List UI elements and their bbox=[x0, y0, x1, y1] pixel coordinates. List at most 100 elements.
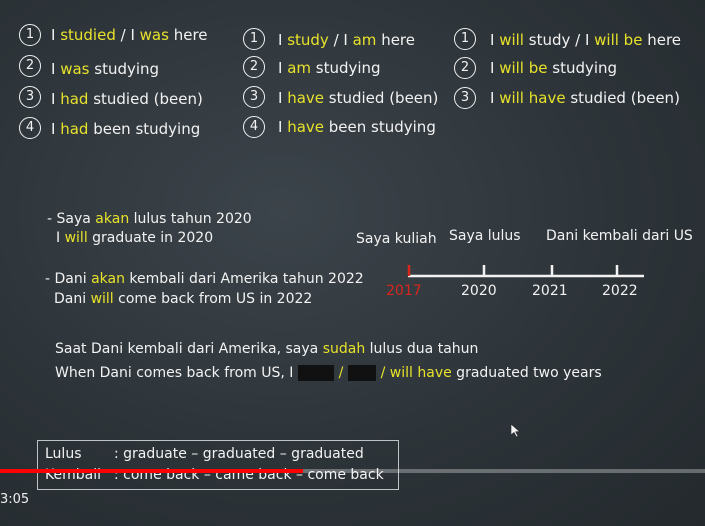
tense-line: I had studied (been) bbox=[51, 90, 203, 108]
text: studying bbox=[311, 59, 381, 77]
highlighted-text: akan bbox=[91, 271, 125, 287]
text: I bbox=[278, 31, 288, 49]
highlighted-text: studied bbox=[60, 26, 116, 44]
text: - Dani bbox=[45, 271, 92, 287]
example-line: I will graduate in 2020 bbox=[56, 229, 213, 247]
text: been studying bbox=[88, 120, 201, 138]
highlighted-text: will be bbox=[499, 59, 548, 77]
year-label-2021: 2021 bbox=[532, 283, 568, 299]
text: I bbox=[490, 31, 500, 49]
highlighted-text: had bbox=[60, 120, 89, 138]
highlighted-text: will bbox=[90, 291, 114, 307]
struck-out-text: had bbox=[347, 365, 377, 381]
text: been studying bbox=[324, 118, 436, 136]
text: I bbox=[51, 26, 61, 44]
tense-line: I am studying bbox=[278, 59, 381, 77]
highlighted-text: am bbox=[287, 59, 312, 77]
number-badge: 4 bbox=[243, 116, 265, 138]
number-badge: 1 bbox=[454, 28, 476, 50]
text: studied (been) bbox=[324, 89, 439, 107]
text: I bbox=[278, 59, 288, 77]
video-progress-bar[interactable] bbox=[0, 469, 705, 473]
year-label-2022: 2022 bbox=[602, 283, 638, 299]
struck-out-text: have bbox=[297, 365, 335, 381]
text: lulus tahun 2020 bbox=[129, 211, 252, 227]
tense-line: I had been studying bbox=[51, 120, 200, 138]
tense-line: I study / I am here bbox=[278, 31, 415, 49]
highlighted-text: sudah bbox=[322, 341, 366, 357]
text: I bbox=[51, 60, 61, 78]
highlighted-text: was bbox=[60, 60, 90, 78]
highlighted-text: will bbox=[499, 31, 524, 49]
highlighted-text: will bbox=[64, 230, 88, 246]
highlighted-text: have bbox=[287, 89, 325, 107]
example-line: Saat Dani kembali dari Amerika, saya sud… bbox=[55, 340, 478, 358]
highlighted-text: have bbox=[287, 118, 325, 136]
highlighted-text: had bbox=[60, 90, 89, 108]
timeline-label: Saya kuliah bbox=[356, 231, 437, 247]
text: I bbox=[56, 230, 65, 246]
highlighted-text: am bbox=[352, 31, 377, 49]
text: come back from US in 2022 bbox=[113, 291, 313, 307]
number-badge: 1 bbox=[19, 24, 41, 46]
timeline-label: Dani kembali dari US bbox=[546, 228, 693, 244]
text: I bbox=[51, 120, 61, 138]
tense-line: I have studied (been) bbox=[278, 89, 438, 107]
number-badge: 3 bbox=[454, 87, 476, 109]
text: studied (been) bbox=[88, 90, 203, 108]
highlighted-text: study bbox=[287, 31, 329, 49]
text: here bbox=[642, 31, 682, 49]
text: I bbox=[278, 118, 288, 136]
text: graduate in 2020 bbox=[87, 230, 214, 246]
text: I bbox=[278, 89, 288, 107]
tense-line: I have been studying bbox=[278, 118, 436, 136]
text: studying bbox=[89, 60, 160, 78]
text: here bbox=[168, 26, 208, 44]
text: study / I bbox=[523, 31, 595, 49]
text: graduated two years bbox=[451, 365, 602, 381]
example-line: - Dani akan kembali dari Amerika tahun 2… bbox=[45, 270, 364, 288]
year-label-2020: 2020 bbox=[461, 283, 497, 299]
year-label-2017: 2017 bbox=[386, 283, 422, 299]
text: / I bbox=[115, 26, 140, 44]
text: here bbox=[376, 31, 415, 49]
vocab-forms: : graduate – graduated – graduated bbox=[114, 446, 364, 462]
video-time-display: 3:05 bbox=[0, 492, 30, 507]
video-progress-fill bbox=[0, 469, 304, 473]
tense-line: I was studying bbox=[51, 60, 159, 78]
text: kembali dari Amerika tahun 2022 bbox=[124, 271, 364, 287]
text: / I bbox=[328, 31, 353, 49]
text: I bbox=[51, 90, 61, 108]
highlighted-text: was bbox=[139, 26, 169, 44]
text: When Dani comes back from US, I bbox=[55, 365, 298, 381]
number-badge: 2 bbox=[243, 56, 265, 78]
vocab-term: Lulus bbox=[45, 446, 82, 462]
timeline-axis bbox=[407, 265, 644, 278]
highlighted-text: / bbox=[334, 365, 348, 381]
chalkboard: 1 I studied / I was here 2 I was studyin… bbox=[0, 0, 705, 526]
number-badge: 4 bbox=[19, 117, 41, 139]
number-badge: 1 bbox=[243, 28, 265, 50]
text: I bbox=[490, 89, 500, 107]
highlighted-text: will be bbox=[594, 31, 643, 49]
highlighted-text: / will have bbox=[376, 365, 452, 381]
text: studying bbox=[547, 59, 618, 77]
number-badge: 3 bbox=[19, 86, 41, 108]
number-badge: 3 bbox=[243, 86, 265, 108]
example-line: Dani will come back from US in 2022 bbox=[54, 290, 312, 308]
text: studied (been) bbox=[565, 89, 680, 107]
tense-line: I will have studied (been) bbox=[490, 89, 680, 107]
highlighted-text: will have bbox=[499, 89, 566, 107]
mouse-cursor-icon bbox=[511, 424, 521, 438]
example-line: - Saya akan lulus tahun 2020 bbox=[47, 210, 252, 228]
vocabulary-box: Lulus : graduate – graduated – graduated… bbox=[37, 440, 399, 490]
highlighted-text: akan bbox=[95, 211, 130, 227]
text: Saat Dani kembali dari Amerika, saya bbox=[55, 341, 323, 357]
timeline-label: Saya lulus bbox=[449, 228, 521, 244]
text: - Saya bbox=[47, 211, 96, 227]
example-line: When Dani comes back from US, I have / h… bbox=[55, 364, 602, 382]
text: I bbox=[490, 59, 500, 77]
text: Dani bbox=[54, 291, 91, 307]
tense-line: I will be studying bbox=[490, 59, 617, 77]
tense-line: I will study / I will be here bbox=[490, 31, 681, 49]
